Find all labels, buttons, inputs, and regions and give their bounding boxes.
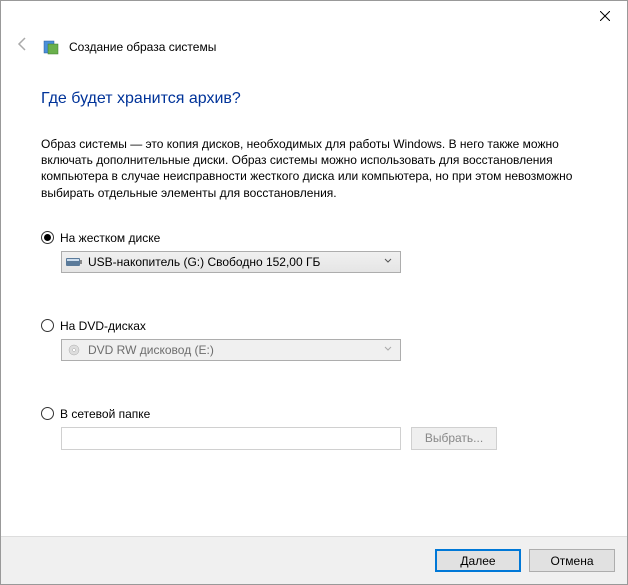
- network-path-input: [61, 427, 401, 450]
- close-button[interactable]: [582, 1, 627, 31]
- radio-label-hard-disk: На жестком диске: [60, 231, 160, 245]
- dvd-combo: DVD RW дисковод (E:): [61, 339, 401, 361]
- option-dvd: На DVD-дисках DVD RW дисковод (E:): [41, 319, 587, 361]
- back-button[interactable]: [13, 35, 33, 58]
- option-network: В сетевой папке Выбрать...: [41, 407, 587, 450]
- radio-network[interactable]: В сетевой папке: [41, 407, 587, 421]
- radio-dvd[interactable]: На DVD-дисках: [41, 319, 587, 333]
- page-description: Образ системы — это копия дисков, необхо…: [41, 136, 587, 201]
- chevron-down-icon: [380, 256, 396, 267]
- next-button[interactable]: Далее: [435, 549, 521, 572]
- hard-disk-combo-value: USB-накопитель (G:) Свободно 152,00 ГБ: [88, 255, 380, 269]
- option-hard-disk: На жестком диске USB-накопитель (G:) Сво…: [41, 231, 587, 273]
- dvd-combo-value: DVD RW дисковод (E:): [88, 343, 380, 357]
- cancel-button[interactable]: Отмена: [529, 549, 615, 572]
- hard-disk-combo[interactable]: USB-накопитель (G:) Свободно 152,00 ГБ: [61, 251, 401, 273]
- radio-icon: [41, 407, 54, 420]
- radio-icon: [41, 319, 54, 332]
- dvd-drive-icon: [66, 344, 82, 356]
- window-title: Создание образа системы: [69, 40, 216, 54]
- radio-label-dvd: На DVD-дисках: [60, 319, 146, 333]
- app-icon: [43, 39, 59, 55]
- radio-icon: [41, 231, 54, 244]
- radio-hard-disk[interactable]: На жестком диске: [41, 231, 587, 245]
- footer: Далее Отмена: [1, 536, 627, 584]
- page-heading: Где будет хранится архив?: [41, 90, 587, 108]
- browse-button: Выбрать...: [411, 427, 497, 450]
- usb-drive-icon: [66, 256, 82, 268]
- chevron-down-icon: [380, 344, 396, 355]
- radio-label-network: В сетевой папке: [60, 407, 150, 421]
